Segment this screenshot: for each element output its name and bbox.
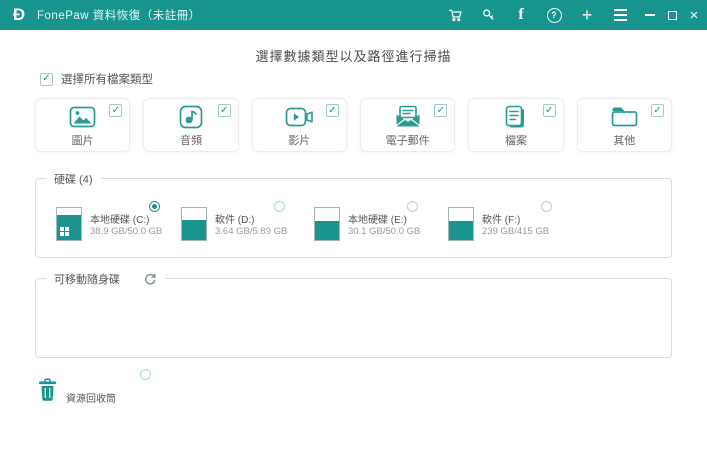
card-images[interactable]: ✓ 圖片 [35, 98, 130, 152]
app-title: FonePaw 資料恢復（未註冊） [37, 7, 201, 23]
card-label: 檔案 [505, 132, 527, 148]
card-label: 電子郵件 [386, 132, 430, 148]
drive-capacity: 239 GB/415 GB [482, 226, 549, 237]
video-checkbox[interactable]: ✓ [326, 104, 339, 117]
drive-name: 軟件 (F:) [482, 211, 520, 226]
register-key-icon[interactable] [476, 0, 500, 30]
close-icon[interactable]: × [683, 0, 705, 30]
add-icon[interactable]: + [575, 0, 599, 30]
recycle-bin-label: 資源回收筒 [66, 390, 116, 407]
document-icon [504, 105, 527, 129]
drive-icon [314, 207, 340, 241]
maximize-icon[interactable] [661, 0, 683, 30]
fonepaw-logo-icon: Ð [9, 5, 29, 25]
email-icon [395, 105, 421, 129]
removable-section-title: 可移動隨身碟 [54, 271, 120, 287]
help-icon[interactable]: ? [542, 0, 566, 30]
titlebar: Ð FonePaw 資料恢復（未註冊） f ? + [0, 0, 707, 30]
hard-disk-section: 硬碟 (4) 本地硬碟 (C:) 38.9 GB/50.0 GB 軟件 (D:)… [35, 178, 672, 258]
card-label: 圖片 [72, 132, 94, 148]
drive-d[interactable]: 軟件 (D:) 3.64 GB/5.89 GB [181, 179, 314, 259]
card-audio[interactable]: ✓ 音頻 [143, 98, 238, 152]
drive-e[interactable]: 本地硬碟 (E:) 30.1 GB/50.0 GB [314, 179, 447, 259]
drive-d-radio[interactable] [274, 201, 285, 212]
audio-icon [179, 105, 203, 129]
card-other[interactable]: ✓ 其他 [577, 98, 672, 152]
menu-icon[interactable] [608, 0, 632, 30]
drive-capacity: 3.64 GB/5.89 GB [215, 226, 287, 237]
images-checkbox[interactable]: ✓ [109, 104, 122, 117]
page-title: 選擇數據類型以及路徑進行掃描 [0, 46, 707, 65]
select-all-row: ✓ 選擇所有檔案類型 [40, 71, 153, 87]
drive-capacity: 38.9 GB/50.0 GB [90, 226, 162, 237]
cart-icon[interactable] [443, 0, 467, 30]
video-icon [285, 105, 314, 129]
card-documents[interactable]: ✓ 檔案 [468, 98, 563, 152]
card-label: 音頻 [180, 132, 202, 148]
drive-name: 本地硬碟 (E:) [348, 211, 407, 226]
minimize-icon[interactable] [639, 0, 661, 30]
card-email[interactable]: ✓ 電子郵件 [360, 98, 455, 152]
card-label: 影片 [288, 132, 310, 148]
drive-name: 本地硬碟 (C:) [90, 211, 149, 226]
folder-icon [611, 105, 638, 129]
other-checkbox[interactable]: ✓ [651, 104, 664, 117]
recycle-bin-radio[interactable] [140, 369, 151, 380]
drive-f-radio[interactable] [541, 201, 552, 212]
drive-c[interactable]: 本地硬碟 (C:) 38.9 GB/50.0 GB [56, 179, 189, 259]
fonepaw-window: Ð FonePaw 資料恢復（未註冊） f ? + [0, 0, 707, 456]
card-label: 其他 [613, 132, 635, 148]
drive-icon [181, 207, 207, 241]
drive-capacity: 30.1 GB/50.0 GB [348, 226, 420, 237]
image-icon [69, 105, 96, 129]
removable-drive-section: 可移動隨身碟 [35, 278, 672, 358]
select-all-label: 選擇所有檔案類型 [61, 71, 153, 87]
select-all-checkbox[interactable]: ✓ [40, 73, 53, 86]
card-video[interactable]: ✓ 影片 [252, 98, 347, 152]
drive-c-radio[interactable] [149, 201, 160, 212]
refresh-icon[interactable] [144, 273, 157, 286]
windows-logo-icon [60, 227, 69, 236]
documents-checkbox[interactable]: ✓ [543, 104, 556, 117]
facebook-icon[interactable]: f [509, 0, 533, 30]
audio-checkbox[interactable]: ✓ [218, 104, 231, 117]
drive-e-radio[interactable] [407, 201, 418, 212]
drive-icon [448, 207, 474, 241]
trash-icon [38, 378, 57, 407]
drive-f[interactable]: 軟件 (F:) 239 GB/415 GB [448, 179, 581, 259]
file-type-cards: ✓ 圖片 ✓ 音頻 ✓ [35, 98, 672, 152]
drive-name: 軟件 (D:) [215, 211, 254, 226]
drive-icon [56, 207, 82, 241]
recycle-bin-item[interactable]: 資源回收筒 [38, 378, 116, 407]
email-checkbox[interactable]: ✓ [434, 104, 447, 117]
help-glyph: ? [551, 10, 557, 20]
